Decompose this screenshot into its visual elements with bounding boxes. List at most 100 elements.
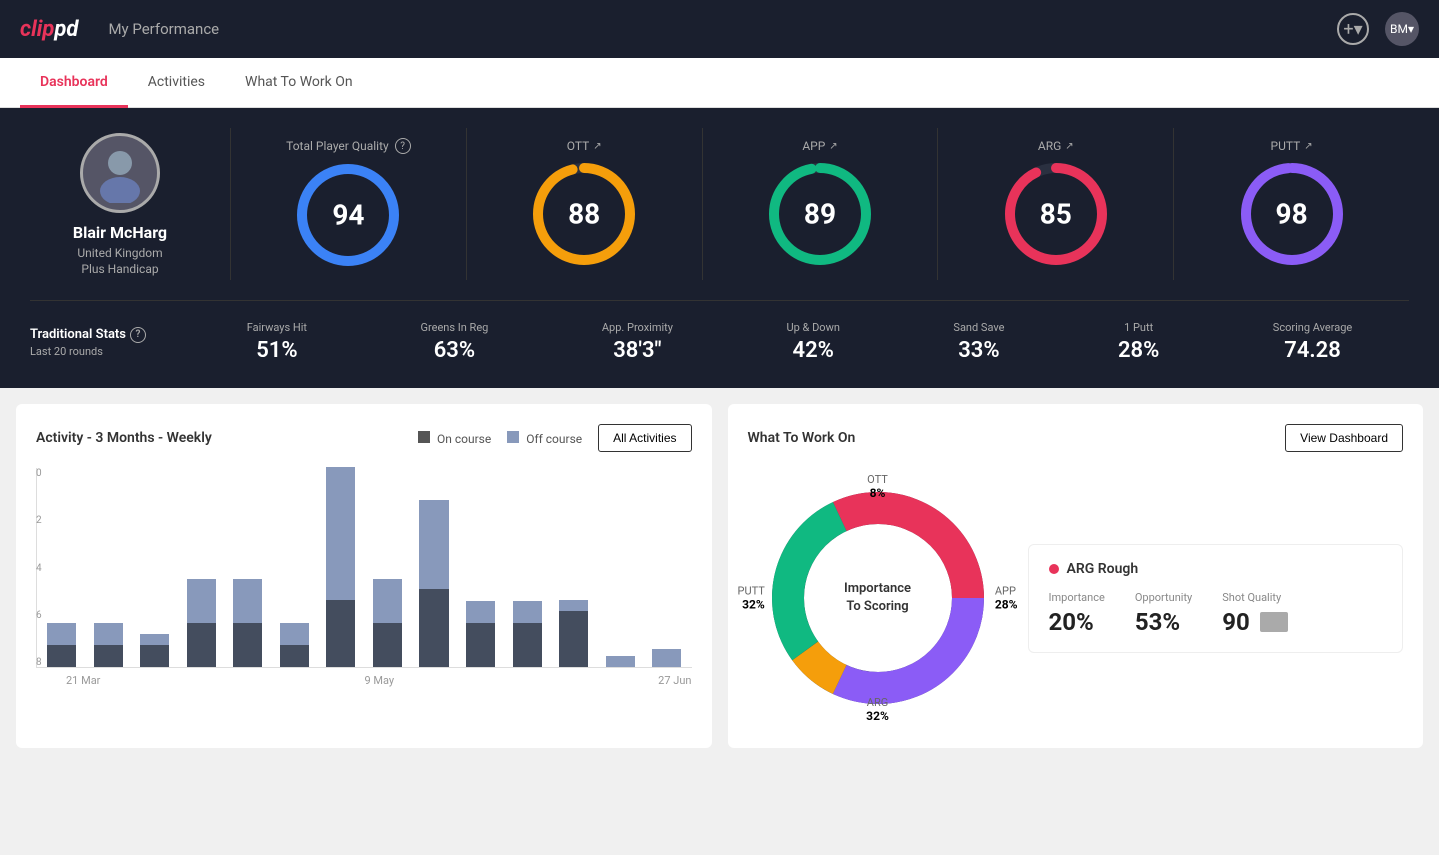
- logo[interactable]: clippd: [20, 17, 78, 42]
- bar-group: [88, 468, 130, 667]
- arg-dot: [1049, 564, 1059, 574]
- bar-group: [134, 468, 176, 667]
- bar-stack: [41, 623, 83, 667]
- player-country: United Kingdom: [77, 246, 162, 260]
- arg-donut-label: ARG 32%: [866, 696, 889, 723]
- bar-on: [513, 623, 542, 667]
- tab-what-to-work-on[interactable]: What To Work On: [225, 59, 373, 108]
- trad-subtitle: Last 20 rounds: [30, 345, 170, 358]
- chart-header: Activity - 3 Months - Weekly On course O…: [36, 424, 692, 452]
- player-handicap: Plus Handicap: [81, 262, 158, 276]
- logo-text: clippd: [20, 17, 78, 42]
- trad-info-icon[interactable]: ?: [130, 327, 146, 343]
- bar-group: [553, 468, 595, 667]
- bar-off: [47, 623, 76, 645]
- putt-donut-label: PUTT 32%: [738, 585, 765, 612]
- trad-greens-value: 63%: [421, 338, 489, 363]
- traditional-stats: Traditional Stats ? Last 20 rounds Fairw…: [30, 300, 1409, 363]
- bar-group: [413, 468, 455, 667]
- player-avatar: [80, 133, 160, 213]
- arg-ring: 85: [1001, 159, 1111, 269]
- arg-stats: Importance 20% Opportunity 53% Shot Qual…: [1049, 591, 1383, 636]
- trad-items: Fairways Hit 51% Greens In Reg 63% App. …: [190, 321, 1409, 363]
- chart-legend: On course Off course: [418, 431, 582, 446]
- all-activities-button[interactable]: All Activities: [598, 424, 691, 452]
- banner-top: Blair McHarg United Kingdom Plus Handica…: [30, 128, 1409, 280]
- putt-value: 98: [1276, 198, 1308, 231]
- score-app: APP ↗ 89: [703, 128, 939, 280]
- ott-arrow: ↗: [593, 141, 601, 152]
- ott-donut-label: OTT 8%: [867, 473, 888, 500]
- arg-shotquality: Shot Quality 90: [1222, 591, 1288, 636]
- avatar[interactable]: BM ▾: [1385, 12, 1419, 46]
- app-value: 89: [804, 198, 836, 231]
- putt-arrow: ↗: [1304, 141, 1312, 152]
- bar-stack: [646, 649, 688, 667]
- trad-label: Traditional Stats ? Last 20 rounds: [30, 327, 190, 358]
- bar-stack: [227, 579, 269, 667]
- bar-group: [227, 468, 269, 667]
- bar-on: [233, 623, 262, 667]
- score-ott: OTT ↗ 88: [467, 128, 703, 280]
- bar-off: [466, 601, 495, 623]
- arg-importance: Importance 20%: [1049, 591, 1105, 636]
- bar-group: [506, 468, 548, 667]
- arg-card: ARG Rough Importance 20% Opportunity 53%…: [1028, 544, 1404, 653]
- bar-off: [326, 467, 355, 600]
- score-cards: Total Player Quality ? 94 OTT ↗: [230, 128, 1409, 280]
- bar-off: [513, 601, 542, 623]
- trad-scoring: Scoring Average 74.28: [1273, 321, 1352, 363]
- bar-group: [181, 468, 223, 667]
- tab-activities[interactable]: Activities: [128, 59, 225, 108]
- trad-1putt: 1 Putt 28%: [1118, 321, 1159, 363]
- add-icon[interactable]: + ▾: [1337, 13, 1369, 45]
- header-right: + ▾ BM ▾: [1337, 12, 1419, 46]
- bar-stack: [367, 579, 409, 667]
- donut-wrapper: Importance To Scoring OTT 8% APP 28% ARG: [748, 468, 1008, 728]
- trad-sandsave: Sand Save 33%: [953, 321, 1004, 363]
- bar-on: [140, 645, 169, 667]
- arg-arrow: ↗: [1065, 141, 1073, 152]
- ott-value: 88: [568, 198, 600, 231]
- x-labels: 21 Mar 9 May 27 Jun: [36, 674, 692, 687]
- bar-off: [419, 500, 448, 589]
- work-content: Importance To Scoring OTT 8% APP 28% ARG: [748, 468, 1404, 728]
- total-value: 94: [332, 199, 364, 232]
- app-arrow: ↗: [829, 141, 837, 152]
- bar-on: [94, 645, 123, 667]
- bar-off: [94, 623, 123, 645]
- tab-dashboard[interactable]: Dashboard: [20, 59, 128, 108]
- bar-off: [559, 600, 588, 611]
- putt-ring: 98: [1237, 159, 1347, 269]
- stats-banner: Blair McHarg United Kingdom Plus Handica…: [0, 108, 1439, 388]
- arg-label: ARG ↗: [1038, 139, 1074, 153]
- bar-group: [274, 468, 316, 667]
- info-icon[interactable]: ?: [395, 138, 411, 154]
- color-swatch: [1260, 612, 1288, 632]
- arg-shotquality-label: Shot Quality: [1222, 591, 1288, 604]
- total-ring: 94: [293, 160, 403, 270]
- arg-opportunity-value: 53%: [1135, 608, 1192, 636]
- trad-sandsave-value: 33%: [953, 338, 1004, 363]
- score-total: Total Player Quality ? 94: [231, 128, 467, 280]
- bar-group: [367, 468, 409, 667]
- bar-stack: [134, 634, 176, 667]
- bar-group: [41, 468, 83, 667]
- chart-controls: On course Off course All Activities: [418, 424, 692, 452]
- trad-updown-label: Up & Down: [786, 321, 839, 334]
- trad-scoring-label: Scoring Average: [1273, 321, 1352, 334]
- trad-proximity: App. Proximity 38'3": [602, 321, 673, 363]
- view-dashboard-button[interactable]: View Dashboard: [1285, 424, 1403, 452]
- bar-on: [419, 589, 448, 667]
- score-arg: ARG ↗ 85: [938, 128, 1174, 280]
- bar-stack: [553, 600, 595, 667]
- trad-greens: Greens In Reg 63%: [421, 321, 489, 363]
- work-title: What To Work On: [748, 430, 856, 446]
- trad-fairways-label: Fairways Hit: [247, 321, 307, 334]
- putt-label: PUTT ↗: [1271, 139, 1313, 153]
- off-course-dot: [507, 431, 519, 443]
- bar-off: [187, 579, 216, 623]
- bar-on: [280, 645, 309, 667]
- trad-1putt-value: 28%: [1118, 338, 1159, 363]
- work-header: What To Work On View Dashboard: [748, 424, 1404, 452]
